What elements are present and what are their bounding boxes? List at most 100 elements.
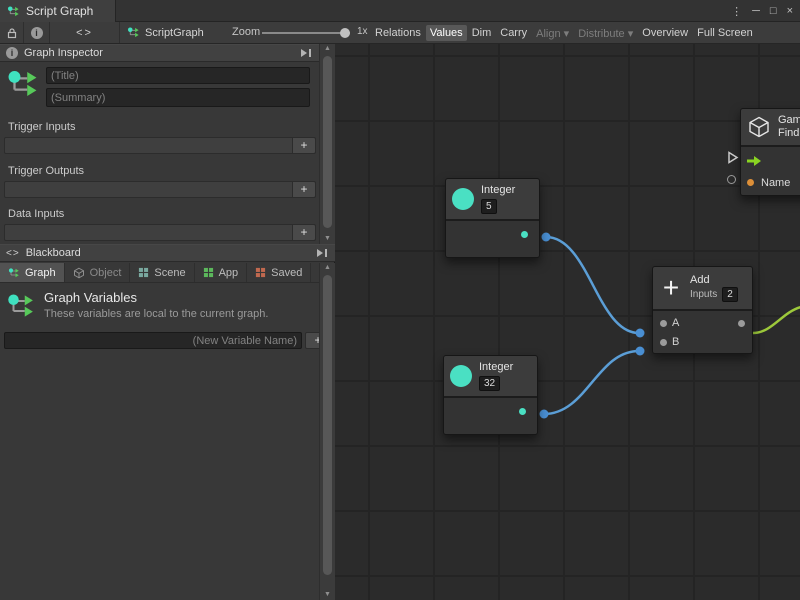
value-input-port[interactable] bbox=[727, 175, 736, 184]
graph-title-input[interactable] bbox=[46, 67, 310, 84]
integer-node-2[interactable]: Integer 32 bbox=[443, 355, 538, 435]
node-title: Add bbox=[690, 274, 738, 287]
data-inputs-list: + bbox=[4, 224, 316, 241]
tab-object[interactable]: Object bbox=[65, 263, 131, 282]
flow-row bbox=[741, 150, 800, 172]
graph-inspector-header: i Graph Inspector bbox=[0, 44, 319, 62]
csharp-preview-button[interactable]: <> bbox=[50, 22, 120, 43]
blackboard-header: <> Blackboard bbox=[0, 244, 335, 262]
tab-scene[interactable]: Scene bbox=[130, 263, 194, 282]
inspector-scrollbar[interactable]: ▲ ▼ bbox=[319, 44, 335, 244]
values-button[interactable]: Values bbox=[426, 25, 467, 41]
code-icon: <> bbox=[76, 27, 93, 39]
wire-integer5-to-add-a bbox=[546, 237, 639, 333]
tab-graph[interactable]: Graph bbox=[0, 263, 65, 282]
chevron-down-icon: ▾ bbox=[628, 28, 634, 40]
script-graph-window: Script Graph ⋮ ─ □ × i <> ScriptGraph Zo… bbox=[0, 0, 800, 600]
carry-button[interactable]: Carry bbox=[496, 25, 531, 41]
integer-icon bbox=[452, 188, 474, 210]
scroll-up-icon[interactable]: ▲ bbox=[320, 263, 335, 273]
flow-arrow-icon bbox=[746, 155, 762, 167]
graph-tab-icon bbox=[8, 267, 20, 279]
inputs-label: Inputs bbox=[690, 289, 717, 300]
close-button[interactable]: × bbox=[787, 5, 793, 17]
fullscreen-button[interactable]: Full Screen bbox=[693, 25, 757, 41]
distribute-button[interactable]: Distribute ▾ bbox=[574, 25, 637, 42]
wire-endpoint bbox=[636, 329, 645, 338]
value-output-port[interactable] bbox=[521, 231, 528, 238]
integer-value-field[interactable]: 5 bbox=[481, 199, 497, 214]
input-port-b[interactable] bbox=[660, 339, 667, 346]
tab-saved[interactable]: Saved bbox=[247, 263, 311, 282]
scene-icon bbox=[138, 267, 149, 278]
cube-icon bbox=[747, 115, 771, 139]
sum-output-port[interactable] bbox=[738, 320, 745, 327]
add-node[interactable]: + Add Inputs 2 A B bbox=[652, 266, 753, 354]
blackboard-scrollbar[interactable]: ▲ ▼ bbox=[319, 263, 335, 600]
zoom-slider-knob[interactable] bbox=[340, 28, 350, 38]
gameobject-find-node[interactable]: GameObject Find Name bbox=[740, 108, 800, 196]
wire-integer32-to-add-b bbox=[544, 351, 639, 414]
tab-app[interactable]: App bbox=[195, 263, 248, 282]
wire-endpoint bbox=[542, 233, 551, 242]
graph-variables-icon bbox=[6, 290, 36, 322]
flow-input-port[interactable] bbox=[727, 151, 739, 164]
saved-icon bbox=[255, 267, 266, 278]
value-output-port[interactable] bbox=[519, 408, 526, 415]
window-tab[interactable]: Script Graph bbox=[0, 0, 116, 22]
cube-icon bbox=[73, 267, 85, 279]
trigger-outputs-label: Trigger Outputs bbox=[8, 165, 84, 177]
integer-node-1[interactable]: Integer 5 bbox=[445, 178, 540, 258]
add-trigger-input-button[interactable]: + bbox=[292, 138, 315, 153]
zoom-slider[interactable] bbox=[262, 32, 350, 34]
app-icon bbox=[203, 267, 214, 278]
inspect-button[interactable]: i bbox=[24, 22, 50, 43]
zoom-label: Zoom bbox=[232, 26, 260, 38]
inputs-count-field[interactable]: 2 bbox=[722, 287, 738, 302]
integer-value-field[interactable]: 32 bbox=[479, 376, 500, 391]
lock-button[interactable] bbox=[0, 22, 24, 43]
input-port-a[interactable] bbox=[660, 320, 667, 327]
scrollbar-thumb[interactable] bbox=[323, 56, 332, 228]
lock-icon bbox=[6, 27, 18, 39]
scroll-down-icon[interactable]: ▼ bbox=[320, 234, 335, 244]
trigger-inputs-list: + bbox=[4, 137, 316, 154]
port-row-a: A bbox=[653, 314, 752, 333]
zoom-value: 1x bbox=[357, 26, 368, 37]
toolbar: i <> ScriptGraph Zoom 1x Relations Value… bbox=[0, 22, 800, 44]
align-button[interactable]: Align ▾ bbox=[532, 25, 573, 42]
graph-canvas[interactable]: Integer 5 Integer 32 bbox=[335, 44, 800, 600]
node-title: Integer bbox=[479, 361, 513, 374]
chevron-down-icon: ▾ bbox=[564, 28, 570, 40]
trigger-inputs-label: Trigger Inputs bbox=[8, 121, 75, 133]
string-input-port[interactable] bbox=[747, 179, 754, 186]
graph-summary-input[interactable] bbox=[46, 88, 310, 107]
minimize-button[interactable]: ─ bbox=[752, 5, 760, 17]
add-trigger-output-button[interactable]: + bbox=[292, 182, 315, 197]
relations-button[interactable]: Relations bbox=[371, 25, 425, 41]
script-graph-icon bbox=[7, 5, 20, 18]
dim-button[interactable]: Dim bbox=[468, 25, 496, 41]
sidebar: i Graph Inspector Trigger Inputs + Trigg… bbox=[0, 44, 335, 600]
overview-button[interactable]: Overview bbox=[638, 25, 692, 41]
scrollbar-thumb[interactable] bbox=[323, 275, 332, 575]
maximize-panel-icon[interactable] bbox=[299, 48, 313, 58]
data-inputs-label: Data Inputs bbox=[8, 208, 64, 220]
breadcrumb[interactable]: ScriptGraph bbox=[127, 22, 204, 43]
graph-asset-icon bbox=[6, 66, 40, 102]
scroll-down-icon[interactable]: ▼ bbox=[320, 590, 335, 600]
script-graph-icon bbox=[127, 26, 140, 39]
scroll-up-icon[interactable]: ▲ bbox=[320, 44, 335, 54]
titlebar: Script Graph ⋮ ─ □ × bbox=[0, 0, 800, 22]
wire-endpoint bbox=[540, 410, 549, 419]
add-data-input-button[interactable]: + bbox=[292, 225, 315, 240]
maximize-panel-icon[interactable] bbox=[315, 248, 329, 258]
blackboard-icon: <> bbox=[6, 248, 20, 259]
maximize-button[interactable]: □ bbox=[770, 5, 777, 17]
window-menu-icon[interactable]: ⋮ bbox=[731, 5, 742, 18]
plus-icon: + bbox=[659, 276, 683, 300]
new-variable-input[interactable] bbox=[4, 332, 302, 349]
trigger-outputs-list: + bbox=[4, 181, 316, 198]
wire-add-output bbox=[753, 307, 800, 333]
graph-inspector-title: Graph Inspector bbox=[24, 47, 103, 59]
